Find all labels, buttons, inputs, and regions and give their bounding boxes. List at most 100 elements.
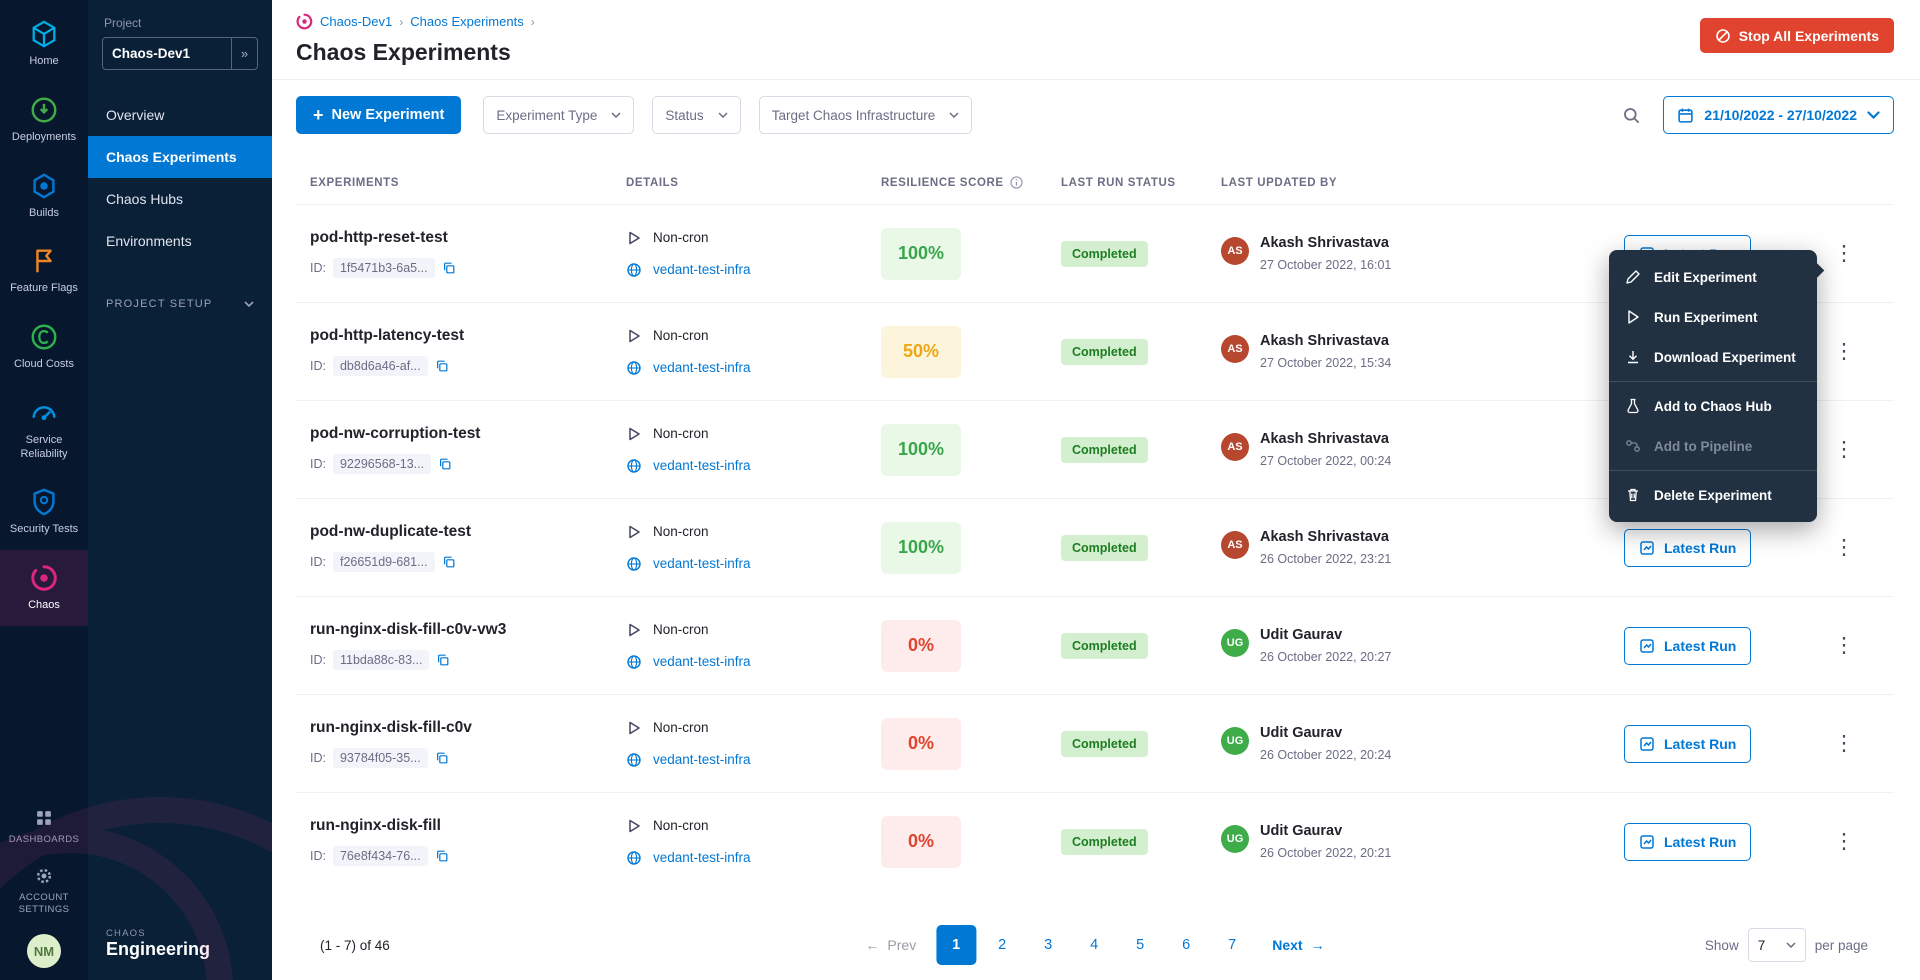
sidebar-item-chaos[interactable]: Chaos bbox=[0, 550, 88, 626]
infrastructure-link[interactable]: vedant-test-infra bbox=[653, 458, 751, 473]
updated-by-name: Akash Shrivastava bbox=[1260, 235, 1391, 251]
experiment-name[interactable]: pod-nw-corruption-test bbox=[310, 425, 626, 443]
per-page-select[interactable]: 7 bbox=[1748, 928, 1806, 962]
page-number-button[interactable]: 6 bbox=[1166, 925, 1206, 965]
experiment-name[interactable]: pod-nw-duplicate-test bbox=[310, 523, 626, 541]
resilience-score-badge: 100% bbox=[881, 522, 961, 574]
dashboards-icon bbox=[34, 808, 54, 828]
non-cron-icon bbox=[626, 622, 642, 638]
experiment-id-label: ID: bbox=[310, 359, 326, 373]
copy-icon[interactable] bbox=[438, 457, 452, 471]
infrastructure-link[interactable]: vedant-test-infra bbox=[653, 262, 751, 277]
page-number-button[interactable]: 2 bbox=[982, 925, 1022, 965]
infrastructure-link[interactable]: vedant-test-infra bbox=[653, 360, 751, 375]
filter-status[interactable]: Status bbox=[652, 96, 740, 134]
page-number-button[interactable]: 1 bbox=[936, 925, 976, 965]
latest-run-button[interactable]: Latest Run bbox=[1624, 627, 1751, 665]
kebab-menu-icon[interactable]: ⋮ bbox=[1826, 239, 1863, 268]
latest-run-button[interactable]: Latest Run bbox=[1624, 823, 1751, 861]
sidebar-item-feature-flags[interactable]: Feature Flags bbox=[0, 233, 88, 309]
experiment-name[interactable]: run-nginx-disk-fill-c0v bbox=[310, 719, 626, 737]
experiment-name[interactable]: run-nginx-disk-fill-c0v-vw3 bbox=[310, 621, 626, 639]
breadcrumb-project-link[interactable]: Chaos-Dev1 bbox=[320, 14, 392, 29]
sidebar-item-builds[interactable]: Builds bbox=[0, 158, 88, 234]
project-setup-toggle[interactable]: PROJECT SETUP bbox=[88, 298, 272, 310]
expand-project-icon[interactable]: » bbox=[231, 38, 257, 69]
infrastructure-link[interactable]: vedant-test-infra bbox=[653, 850, 751, 865]
experiment-name[interactable]: run-nginx-disk-fill bbox=[310, 817, 626, 835]
experiment-name[interactable]: pod-http-reset-test bbox=[310, 229, 626, 247]
updated-date: 26 October 2022, 23:21 bbox=[1260, 552, 1391, 566]
stop-icon bbox=[1715, 28, 1731, 44]
builds-icon bbox=[29, 171, 59, 201]
menu-item-edit-experiment[interactable]: Edit Experiment bbox=[1609, 257, 1817, 297]
avatar: AS bbox=[1221, 433, 1249, 461]
latest-run-button[interactable]: Latest Run bbox=[1624, 725, 1751, 763]
project-selector[interactable]: Chaos-Dev1 » bbox=[102, 37, 258, 70]
latest-run-button[interactable]: Latest Run bbox=[1624, 529, 1751, 567]
prev-page-button[interactable]: ← Prev bbox=[865, 937, 916, 953]
non-cron-icon bbox=[626, 328, 642, 344]
stop-all-experiments-button[interactable]: Stop All Experiments bbox=[1700, 18, 1894, 53]
copy-icon[interactable] bbox=[435, 849, 449, 863]
user-avatar[interactable]: NM bbox=[27, 934, 61, 968]
experiment-id-label: ID: bbox=[310, 849, 326, 863]
kebab-menu-icon[interactable]: ⋮ bbox=[1826, 435, 1863, 464]
search-icon[interactable] bbox=[1622, 106, 1641, 125]
table-row: run-nginx-disk-fill-c0v-vw3 ID: 11bda88c… bbox=[296, 596, 1894, 694]
brand-small-label: CHAOS bbox=[106, 928, 254, 939]
table-row: run-nginx-disk-fill-c0v ID: 93784f05-35.… bbox=[296, 694, 1894, 792]
brand-label: Engineering bbox=[106, 939, 254, 960]
kebab-menu-icon[interactable]: ⋮ bbox=[1826, 631, 1863, 660]
sidebar-item-service-reliability[interactable]: Service Reliability bbox=[0, 385, 88, 475]
project-nav-chaos-experiments[interactable]: Chaos Experiments bbox=[88, 136, 272, 178]
security-tests-icon bbox=[29, 487, 59, 517]
experiment-id-label: ID: bbox=[310, 261, 326, 275]
page-number-button[interactable]: 3 bbox=[1028, 925, 1068, 965]
project-nav-overview[interactable]: Overview bbox=[88, 94, 272, 136]
experiment-id-label: ID: bbox=[310, 555, 326, 569]
project-nav-chaos-hubs[interactable]: Chaos Hubs bbox=[88, 178, 272, 220]
table-header: EXPERIMENTS DETAILS RESILIENCE SCORE LAS… bbox=[296, 150, 1894, 204]
chevron-down-icon bbox=[611, 112, 621, 118]
kebab-menu-icon[interactable]: ⋮ bbox=[1826, 533, 1863, 562]
menu-item-download-experiment[interactable]: Download Experiment bbox=[1609, 337, 1817, 377]
menu-item-add-to-chaos-hub[interactable]: Add to Chaos Hub bbox=[1609, 386, 1817, 426]
filter-experiment-type[interactable]: Experiment Type bbox=[483, 96, 634, 134]
next-page-button[interactable]: Next → bbox=[1272, 937, 1324, 953]
kebab-menu-icon[interactable]: ⋮ bbox=[1826, 827, 1863, 856]
menu-item-delete-experiment[interactable]: Delete Experiment bbox=[1609, 475, 1817, 515]
project-nav-environments[interactable]: Environments bbox=[88, 220, 272, 262]
new-experiment-button[interactable]: + New Experiment bbox=[296, 96, 461, 134]
date-range-picker[interactable]: 21/10/2022 - 27/10/2022 bbox=[1663, 96, 1894, 134]
infrastructure-icon bbox=[626, 654, 642, 670]
copy-icon[interactable] bbox=[442, 261, 456, 275]
infrastructure-link[interactable]: vedant-test-infra bbox=[653, 654, 751, 669]
infrastructure-link[interactable]: vedant-test-infra bbox=[653, 556, 751, 571]
filter-target-chaos-infrastructure[interactable]: Target Chaos Infrastructure bbox=[759, 96, 973, 134]
sidebar-item-cloud-costs[interactable]: Cloud Costs bbox=[0, 309, 88, 385]
page-number-button[interactable]: 4 bbox=[1074, 925, 1114, 965]
project-setup-label: PROJECT SETUP bbox=[106, 298, 212, 310]
experiment-name[interactable]: pod-http-latency-test bbox=[310, 327, 626, 345]
copy-icon[interactable] bbox=[442, 555, 456, 569]
page-number-list: 1234567 bbox=[936, 925, 1252, 965]
sidebar-item-security-tests[interactable]: Security Tests bbox=[0, 474, 88, 550]
sidebar-item-dashboards[interactable]: DASHBOARDS bbox=[0, 798, 88, 856]
copy-icon[interactable] bbox=[435, 359, 449, 373]
page-number-button[interactable]: 5 bbox=[1120, 925, 1160, 965]
page-number-button[interactable]: 7 bbox=[1212, 925, 1252, 965]
toolbar-right: 21/10/2022 - 27/10/2022 bbox=[1622, 96, 1894, 134]
info-icon[interactable] bbox=[1010, 176, 1023, 189]
sidebar-item-home[interactable]: Home bbox=[0, 6, 88, 82]
infrastructure-link[interactable]: vedant-test-infra bbox=[653, 752, 751, 767]
page-title: Chaos Experiments bbox=[296, 39, 535, 66]
breadcrumb-page-link[interactable]: Chaos Experiments bbox=[410, 14, 523, 29]
sidebar-item-account-settings[interactable]: ACCOUNT SETTINGS bbox=[0, 856, 88, 926]
sidebar-item-deployments[interactable]: Deployments bbox=[0, 82, 88, 158]
menu-item-run-experiment[interactable]: Run Experiment bbox=[1609, 297, 1817, 337]
kebab-menu-icon[interactable]: ⋮ bbox=[1826, 729, 1863, 758]
copy-icon[interactable] bbox=[436, 653, 450, 667]
copy-icon[interactable] bbox=[435, 751, 449, 765]
kebab-menu-icon[interactable]: ⋮ bbox=[1826, 337, 1863, 366]
